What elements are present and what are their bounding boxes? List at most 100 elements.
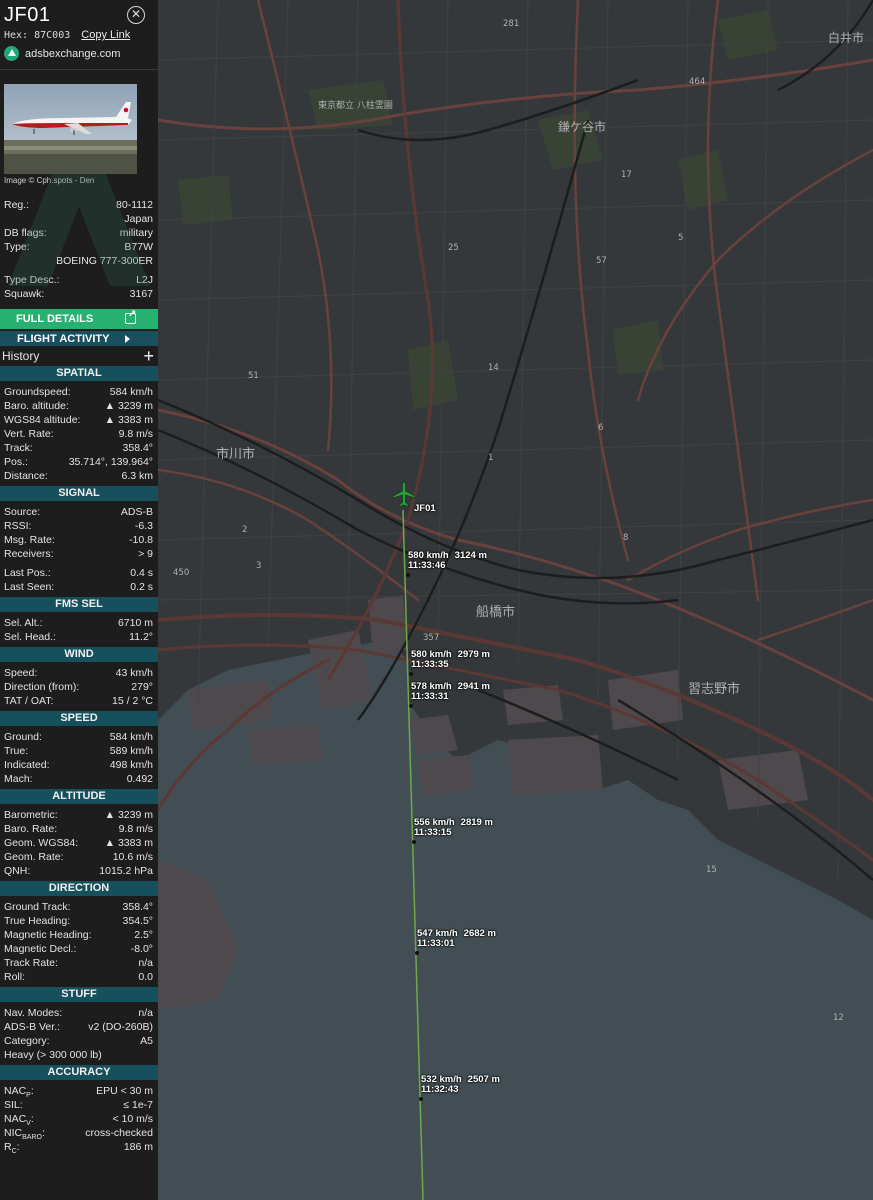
track-altitude: 3124 m bbox=[454, 550, 487, 561]
info-key: Last Pos.: bbox=[4, 567, 51, 579]
info-value: cross-checked bbox=[85, 1127, 153, 1139]
track-altitude: 2979 m bbox=[457, 649, 490, 660]
section-header-direction[interactable]: DIRECTION bbox=[0, 881, 158, 896]
history-toggle[interactable]: History + bbox=[0, 346, 158, 366]
section-header-spatial[interactable]: SPATIAL bbox=[0, 366, 158, 381]
info-value: 1015.2 hPa bbox=[99, 865, 153, 877]
section-header-stuff[interactable]: STUFF bbox=[0, 987, 158, 1002]
info-key: Msg. Rate: bbox=[4, 534, 55, 546]
plus-icon[interactable]: + bbox=[143, 347, 154, 365]
info-row: Ground: 584 km/h bbox=[0, 730, 158, 744]
info-key: TAT / OAT: bbox=[4, 695, 54, 707]
full-details-button[interactable]: FULL DETAILS bbox=[0, 309, 158, 329]
type-code: B77W bbox=[124, 241, 153, 253]
section-header-speed[interactable]: SPEED bbox=[0, 711, 158, 726]
info-row: QNH: 1015.2 hPa bbox=[0, 864, 158, 878]
info-key: Mach: bbox=[4, 773, 33, 785]
info-row: Receivers: > 9 bbox=[0, 547, 158, 561]
aircraft-icon[interactable] bbox=[392, 480, 416, 508]
country: Japan bbox=[124, 213, 153, 225]
aircraft-photo[interactable] bbox=[4, 84, 137, 174]
info-value: 279° bbox=[131, 681, 153, 693]
info-key: Vert. Rate: bbox=[4, 428, 54, 440]
info-value: ≤ 1e-7 bbox=[123, 1099, 153, 1111]
info-value: 2.5° bbox=[134, 929, 153, 941]
info-value: 584 km/h bbox=[109, 386, 153, 398]
info-row: WGS84 altitude: ▲ 3383 m bbox=[0, 413, 158, 427]
info-value: 9.8 m/s bbox=[118, 823, 153, 835]
info-key: Ground Track: bbox=[4, 901, 71, 913]
section-body: Source: ADS-B RSSI: -6.3 Msg. Rate: -10.8 Rece… bbox=[0, 501, 158, 597]
info-key: Track Rate: bbox=[4, 957, 58, 969]
info-row: Category: A5 bbox=[0, 1034, 158, 1048]
aircraft-label[interactable]: JF01 bbox=[414, 503, 436, 514]
track-point-dot[interactable] bbox=[419, 1097, 423, 1101]
section-header-fms-sel[interactable]: FMS SEL bbox=[0, 597, 158, 612]
section-header-altitude[interactable]: ALTITUDE bbox=[0, 789, 158, 804]
info-value: 589 km/h bbox=[109, 745, 153, 757]
aircraft-info-panel: JF01 ✕ Hex: 87C003 Copy Link adsbexchang… bbox=[0, 0, 158, 1200]
info-value: -10.8 bbox=[129, 534, 153, 546]
track-time: 11:32:43 bbox=[421, 1084, 459, 1095]
close-button[interactable]: ✕ bbox=[127, 6, 145, 24]
info-row: Distance: 6.3 km bbox=[0, 469, 158, 483]
track-point-label: 532 km/h 2507 m 11:32:43 bbox=[421, 1075, 500, 1095]
track-point-label: 556 km/h 2819 m 11:33:15 bbox=[414, 818, 493, 838]
info-row: Sel. Head.: 11.2° bbox=[0, 630, 158, 644]
track-point-dot[interactable] bbox=[415, 951, 419, 955]
section-header-wind[interactable]: WIND bbox=[0, 647, 158, 662]
track-point-dot[interactable] bbox=[406, 573, 410, 577]
info-row: Indicated: 498 km/h bbox=[0, 758, 158, 772]
section-header-accuracy[interactable]: ACCURACY bbox=[0, 1065, 158, 1080]
info-row: Track: 358.4° bbox=[0, 441, 158, 455]
track-altitude: 2507 m bbox=[467, 1074, 500, 1085]
info-key: ADS-B Ver.: bbox=[4, 1021, 61, 1033]
flight-activity-button[interactable]: FLIGHT ACTIVITY bbox=[0, 331, 158, 346]
info-key: Speed: bbox=[4, 667, 38, 679]
track-time: 11:33:15 bbox=[414, 827, 452, 838]
section-body: Sel. Alt.: 6710 m Sel. Head.: 11.2° bbox=[0, 612, 158, 647]
info-key: WGS84 altitude: bbox=[4, 414, 81, 426]
info-row: Last Seen: 0.2 s bbox=[0, 580, 158, 594]
info-key: Heavy (> 300 000 lb) bbox=[4, 1049, 102, 1061]
track-point-dot[interactable] bbox=[409, 704, 413, 708]
info-value: ADS-B bbox=[120, 506, 153, 518]
info-key: RSSI: bbox=[4, 520, 32, 532]
info-key: Roll: bbox=[4, 971, 26, 983]
info-value: 9.8 m/s bbox=[118, 428, 153, 440]
squawk-row: Squawk: 3167 bbox=[4, 288, 153, 300]
track-point-label: 580 km/h 3124 m 11:33:46 bbox=[408, 551, 487, 571]
adsbx-link[interactable]: adsbexchange.com bbox=[4, 46, 154, 61]
track-point-label: 580 km/h 2979 m 11:33:35 bbox=[411, 650, 490, 670]
info-value: 35.714°, 139.964° bbox=[68, 456, 153, 468]
map-canvas[interactable]: 市川市 船橋市 習志野市 鎌ケ谷市 白井市 東京都立 八柱霊園 281 464 … bbox=[158, 0, 873, 1200]
track-point-dot[interactable] bbox=[412, 840, 416, 844]
info-value: -6.3 bbox=[134, 520, 153, 532]
info-value: 6.3 km bbox=[121, 470, 153, 482]
track-time: 11:33:46 bbox=[408, 560, 446, 571]
section-body: Ground Track: 358.4° True Heading: 354.5° Ma… bbox=[0, 896, 158, 987]
info-row: NACP: EPU < 30 m bbox=[0, 1084, 158, 1099]
track-time: 11:33:35 bbox=[411, 659, 449, 670]
map-view[interactable]: 市川市 船橋市 習志野市 鎌ケ谷市 白井市 東京都立 八柱霊園 281 464 … bbox=[158, 0, 873, 1200]
type-full: BOEING 777-300ER bbox=[56, 255, 153, 267]
info-value: 498 km/h bbox=[109, 759, 153, 771]
info-row: Nav. Modes: n/a bbox=[0, 1006, 158, 1020]
copy-link[interactable]: Copy Link bbox=[81, 29, 130, 41]
info-key: Category: bbox=[4, 1035, 50, 1047]
db-flags: military bbox=[119, 227, 153, 239]
info-key: Barometric: bbox=[4, 809, 58, 821]
section-body: Nav. Modes: n/a ADS-B Ver.: v2 (DO-260B) Cat… bbox=[0, 1002, 158, 1065]
info-row: RC: 186 m bbox=[0, 1140, 158, 1156]
info-row: Barometric: ▲ 3239 m bbox=[0, 808, 158, 822]
info-value: 186 m bbox=[123, 1141, 153, 1153]
info-value: 11.2° bbox=[129, 631, 153, 643]
info-key: Magnetic Heading: bbox=[4, 929, 92, 941]
section-header-signal[interactable]: SIGNAL bbox=[0, 486, 158, 501]
track-point-dot[interactable] bbox=[409, 672, 413, 676]
info-value: -8.0° bbox=[130, 943, 153, 955]
info-key: Sel. Head.: bbox=[4, 631, 56, 643]
info-row: Roll: 0.0 bbox=[0, 970, 158, 984]
info-key-with-subscript: RC: bbox=[4, 1141, 20, 1156]
info-key: Last Seen: bbox=[4, 581, 55, 593]
